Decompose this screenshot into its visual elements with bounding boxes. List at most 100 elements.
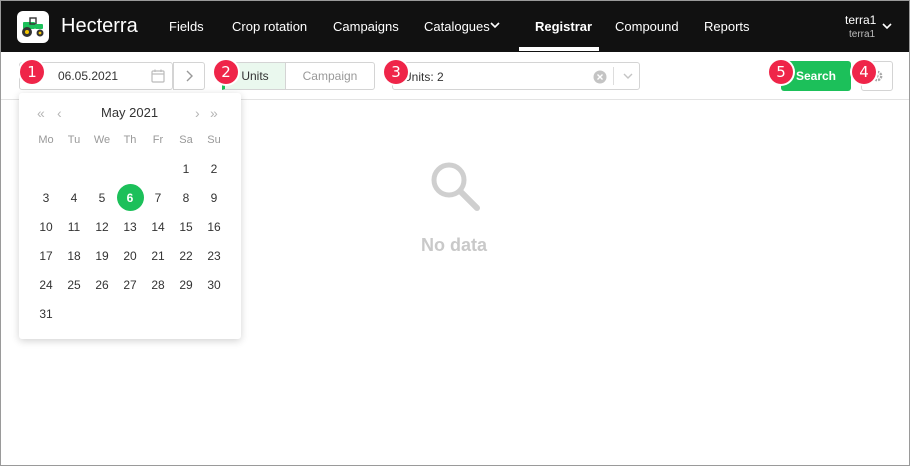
calendar-day[interactable]: 2 [200,154,228,183]
calendar-day[interactable]: 20 [116,241,144,270]
calendar-day-number: 24 [39,277,53,292]
calendar-day[interactable]: 7 [144,183,172,212]
prev-month-icon[interactable]: ‹ [57,105,62,121]
calendar-day-number: 27 [123,277,137,292]
app-title[interactable]: Hecterra [61,15,138,38]
calendar-weekdays: Mo Tu We Th Fr Sa Su [32,134,240,146]
calendar-day[interactable]: 4 [60,183,88,212]
calendar-day[interactable]: 12 [88,212,116,241]
calendar-day[interactable]: 11 [60,212,88,241]
calendar-day-number: 31 [39,306,53,321]
calendar-day[interactable]: 29 [172,270,200,299]
calendar-day[interactable]: 15 [172,212,200,241]
calendar-day[interactable]: 21 [144,241,172,270]
nav-registrar[interactable]: Registrar [535,19,592,34]
calendar-day-empty [88,154,116,183]
calendar-icon[interactable] [151,69,165,83]
nav-campaigns[interactable]: Campaigns [333,19,399,34]
nav-crop-rotation[interactable]: Crop rotation [232,19,307,34]
calendar-day[interactable]: 25 [60,270,88,299]
search-icon [431,162,480,211]
calendar-day[interactable]: 18 [60,241,88,270]
calendar-day-empty [32,154,60,183]
user-menu-chevron-down-icon[interactable] [882,21,892,31]
calendar-day[interactable]: 14 [144,212,172,241]
calendar-day[interactable]: 3 [32,183,60,212]
calendar-day[interactable]: 13 [116,212,144,241]
nav-reports[interactable]: Reports [704,19,750,34]
calendar-day-number: 29 [179,277,193,292]
calendar-day[interactable]: 9 [200,183,228,212]
next-date-button[interactable] [173,62,205,90]
weekday-label: We [93,134,111,146]
tractor-logo-icon[interactable] [17,11,49,43]
calendar-day[interactable]: 27 [116,270,144,299]
calendar-day-number: 8 [182,190,190,205]
app-window: Hecterra Fields Crop rotation Campaigns … [0,0,910,466]
weekday-label: Sa [179,134,193,146]
nav-fields[interactable]: Fields [169,19,204,34]
segment-campaign[interactable]: Campaign [285,62,375,90]
calendar-day[interactable]: 23 [200,241,228,270]
calendar-day-number: 17 [39,248,53,263]
clear-icon[interactable] [593,70,607,84]
calendar-day[interactable]: 8 [172,183,200,212]
next-year-icon[interactable]: » [210,105,218,121]
calendar-day-number: 9 [210,190,218,205]
calendar-day[interactable]: 1 [172,154,200,183]
units-select[interactable]: Units: 2 [392,62,640,90]
calendar-day-number: 1 [182,161,190,176]
calendar-day-number: 18 [67,248,81,263]
calendar-day[interactable]: 5 [88,183,116,212]
calendar-day-number: 12 [95,219,109,234]
chevron-down-icon[interactable] [623,72,633,80]
calendar-day-empty [144,154,172,183]
calendar-dropdown: « ‹ May 2021 › » Mo Tu We Th Fr Sa Su 12… [19,93,241,339]
weekday-label: Mo [38,134,54,146]
calendar-day-empty [116,154,144,183]
calendar-day[interactable]: 19 [88,241,116,270]
chevron-right-icon [186,70,193,82]
calendar-day-number: 23 [207,248,221,263]
calendar-day-number: 15 [179,219,193,234]
calendar-day[interactable]: 16 [200,212,228,241]
weekday-label: Su [207,134,221,146]
calendar-day-grid: 1 2 3 4 5 6 7 8 9 10 11 12 13 14 15 16 17 18 19 20 21 22 23 24 2… [32,154,240,328]
calendar-header: « ‹ May 2021 › » [19,105,241,121]
calendar-day-number: 11 [67,219,81,234]
calendar-day[interactable]: 26 [88,270,116,299]
marker-2: 2 [214,60,238,84]
calendar-day-selected[interactable]: 6 [116,183,144,212]
calendar-day-number: 19 [95,248,109,263]
marker-1: 1 [20,60,44,84]
date-value[interactable]: 06.05.2021 [58,69,118,83]
calendar-day[interactable]: 28 [144,270,172,299]
nav-compound[interactable]: Compound [615,19,679,34]
calendar-day-number: 7 [154,190,162,205]
next-month-icon[interactable]: › [195,105,200,121]
calendar-day-number: 10 [39,219,53,234]
calendar-day[interactable]: 24 [32,270,60,299]
calendar-day-number: 28 [151,277,165,292]
calendar-day[interactable]: 31 [32,299,60,328]
weekday-label: Tu [67,134,81,146]
calendar-day-number: 22 [179,248,193,263]
calendar-day[interactable]: 17 [32,241,60,270]
weekday-label: Fr [152,134,164,146]
calendar-month-label[interactable]: May 2021 [101,105,158,120]
calendar-day[interactable]: 22 [172,241,200,270]
calendar-day-number: 13 [123,219,137,234]
marker-3: 3 [384,60,408,84]
top-navbar: Hecterra Fields Crop rotation Campaigns … [1,1,909,52]
catalogues-chevron-down-icon[interactable] [490,20,500,30]
nav-catalogues[interactable]: Catalogues [424,19,490,34]
nav-active-indicator [519,47,599,51]
marker-5: 5 [769,60,793,84]
calendar-day-number: 3 [42,190,50,205]
calendar-day[interactable]: 10 [32,212,60,241]
user-name[interactable]: terra1 [845,13,876,27]
calendar-day-number: 4 [70,190,78,205]
calendar-day[interactable]: 30 [200,270,228,299]
prev-year-icon[interactable]: « [37,105,45,121]
calendar-day-number: 16 [207,219,221,234]
